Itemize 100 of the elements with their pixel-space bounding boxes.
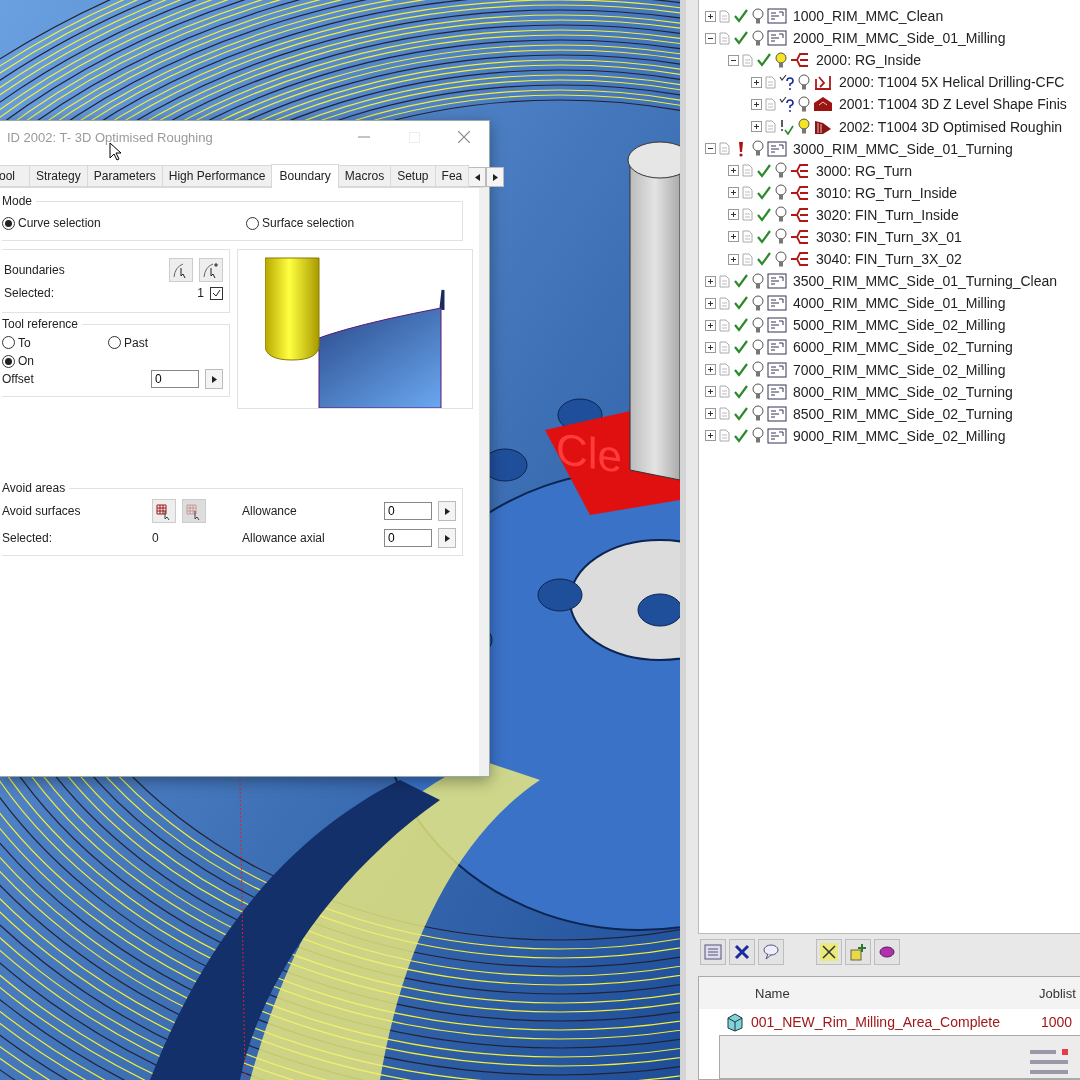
tree-item-label[interactable]: 3000: RG_Turn	[816, 162, 912, 179]
pick-surface-button[interactable]	[152, 499, 176, 523]
lightbulb-icon[interactable]	[752, 338, 764, 356]
lightbulb-icon[interactable]	[798, 118, 810, 135]
radio-option[interactable]: Curve selection	[2, 216, 101, 231]
allowance-field[interactable]: 0	[384, 502, 432, 520]
expand-icon[interactable]	[728, 187, 739, 199]
cross-tool-button[interactable]	[816, 939, 842, 965]
lightbulb-icon[interactable]	[775, 228, 787, 246]
radio-option[interactable]: Surface selection	[246, 216, 355, 231]
expand-icon[interactable]	[728, 231, 739, 243]
lightbulb-icon[interactable]	[775, 250, 787, 268]
lightbulb-icon[interactable]	[775, 162, 787, 180]
offset-field[interactable]: 0	[151, 370, 199, 388]
tab[interactable]: Setup	[390, 165, 436, 187]
radio-option[interactable]: On	[2, 354, 34, 368]
tree-item-label[interactable]: 3500_RIM_MMC_Side_01_Turning_Clean	[793, 273, 1058, 290]
radio-option[interactable]: Past	[108, 335, 148, 350]
expand-icon[interactable]	[751, 98, 762, 110]
tree-item-label[interactable]: 3000_RIM_MMC_Side_01_Turning	[793, 140, 1013, 157]
tree-item-label[interactable]: 6000_RIM_MMC_Side_02_Turning	[793, 339, 1013, 356]
lightbulb-icon[interactable]	[752, 427, 764, 445]
tree-item-label[interactable]: 4000_RIM_MMC_Side_01_Milling	[793, 295, 1006, 312]
document-icon	[719, 429, 730, 443]
expand-icon[interactable]	[705, 275, 716, 287]
tree-item-label[interactable]: 9000_RIM_MMC_Side_02_Milling	[793, 427, 1006, 444]
scroll-right-button[interactable]	[486, 167, 505, 187]
tab[interactable]: ool	[0, 165, 30, 187]
expand-icon[interactable]	[705, 364, 716, 376]
tab[interactable]: Parameters	[86, 165, 163, 187]
expand-icon[interactable]	[705, 10, 716, 22]
expand-icon[interactable]	[751, 121, 762, 132]
tree-item-label[interactable]: 1000_RIM_MMC_Clean	[793, 8, 944, 25]
right-triangle-icon	[492, 173, 498, 181]
column-header[interactable]: Name	[755, 985, 1039, 1001]
expand-icon[interactable]	[705, 341, 716, 353]
expand-icon[interactable]	[705, 386, 716, 398]
tab[interactable]: High Performance	[161, 165, 273, 187]
lightbulb-icon[interactable]	[752, 316, 764, 334]
radio-option[interactable]: To	[2, 335, 31, 350]
tree-item-label[interactable]: 7000_RIM_MMC_Side_02_Milling	[793, 361, 1006, 378]
tree-item-label[interactable]: 2002: T1004 3D Optimised Roughin	[839, 118, 1063, 135]
tab[interactable]: Macros	[337, 165, 392, 187]
expand-icon[interactable]	[751, 76, 762, 88]
lightbulb-icon[interactable]	[752, 140, 764, 158]
tab[interactable]: Fea	[434, 165, 470, 187]
tree-item-label[interactable]: 3020: FIN_Turn_Inside	[816, 206, 959, 223]
tree-item-label[interactable]: 2000: RG_Inside	[816, 52, 922, 69]
tree-item-label[interactable]: 2001: T1004 3D Z Level Shape Finis	[839, 96, 1067, 113]
speech-bubble-icon	[762, 944, 780, 960]
lightbulb-icon[interactable]	[752, 272, 764, 290]
lightbulb-icon[interactable]	[752, 383, 764, 401]
comment-button[interactable]	[758, 939, 784, 965]
expand-icon[interactable]	[705, 297, 716, 309]
grid-plus-icon	[849, 943, 867, 961]
zlevel-operation-icon	[813, 96, 833, 113]
tree-item-label[interactable]: 3040: FIN_Turn_3X_02	[816, 251, 962, 268]
spin-button[interactable]	[205, 369, 223, 389]
collapse-icon[interactable]	[705, 32, 716, 44]
collapse-icon[interactable]	[705, 143, 716, 155]
allowance-axial-field[interactable]: 0	[384, 529, 432, 547]
expand-icon[interactable]	[705, 319, 716, 331]
add-job-button[interactable]	[845, 939, 871, 965]
expand-icon[interactable]	[705, 430, 716, 442]
tree-item-label[interactable]: 3030: FIN_Turn_3X_01	[816, 229, 962, 245]
right-triangle-icon	[444, 507, 450, 515]
tree-item-label[interactable]: 8500_RIM_MMC_Side_02_Turning	[793, 405, 1013, 422]
lightbulb-icon[interactable]	[775, 184, 787, 202]
tree-item-label[interactable]: 2000_RIM_MMC_Side_01_Milling	[793, 30, 1006, 47]
expand-icon[interactable]	[728, 209, 739, 221]
lightbulb-icon[interactable]	[775, 206, 787, 224]
lightbulb-icon[interactable]	[752, 361, 764, 379]
tree-item-label[interactable]: 2000: T1004 5X Helical Drilling-CFC	[839, 74, 1065, 91]
tree-item-label[interactable]: 5000_RIM_MMC_Side_02_Milling	[793, 317, 1006, 334]
lightbulb-icon[interactable]	[752, 29, 764, 47]
group-title: Mode	[2, 194, 34, 208]
lightbulb-icon[interactable]	[798, 95, 810, 113]
column-header[interactable]: Joblist	[1039, 985, 1080, 1001]
tab[interactable]: Boundary	[271, 164, 339, 188]
expand-icon[interactable]	[728, 253, 739, 265]
delete-button[interactable]	[729, 939, 755, 965]
add-surface-button[interactable]	[182, 499, 206, 523]
expand-icon[interactable]	[728, 165, 739, 177]
pick-curve-button[interactable]	[169, 258, 193, 282]
tab[interactable]: Strategy	[29, 165, 88, 187]
tree-item-label[interactable]: 8000_RIM_MMC_Side_02_Turning	[793, 383, 1013, 400]
spin-button[interactable]	[438, 528, 456, 548]
lightbulb-icon[interactable]	[752, 7, 764, 25]
lightbulb-icon[interactable]	[775, 51, 787, 69]
add-curve-button[interactable]	[199, 258, 223, 282]
tree-item-label[interactable]: 3010: RG_Turn_Inside	[816, 184, 958, 201]
lightbulb-icon[interactable]	[798, 73, 810, 91]
collapse-icon[interactable]	[728, 54, 739, 66]
lightbulb-icon[interactable]	[752, 294, 764, 312]
document-icon	[719, 385, 730, 399]
ellipse-tool-button[interactable]	[874, 939, 900, 965]
checkbox[interactable]	[210, 286, 223, 300]
spin-button[interactable]	[438, 501, 456, 521]
lightbulb-icon[interactable]	[752, 405, 764, 423]
expand-icon[interactable]	[705, 408, 716, 420]
